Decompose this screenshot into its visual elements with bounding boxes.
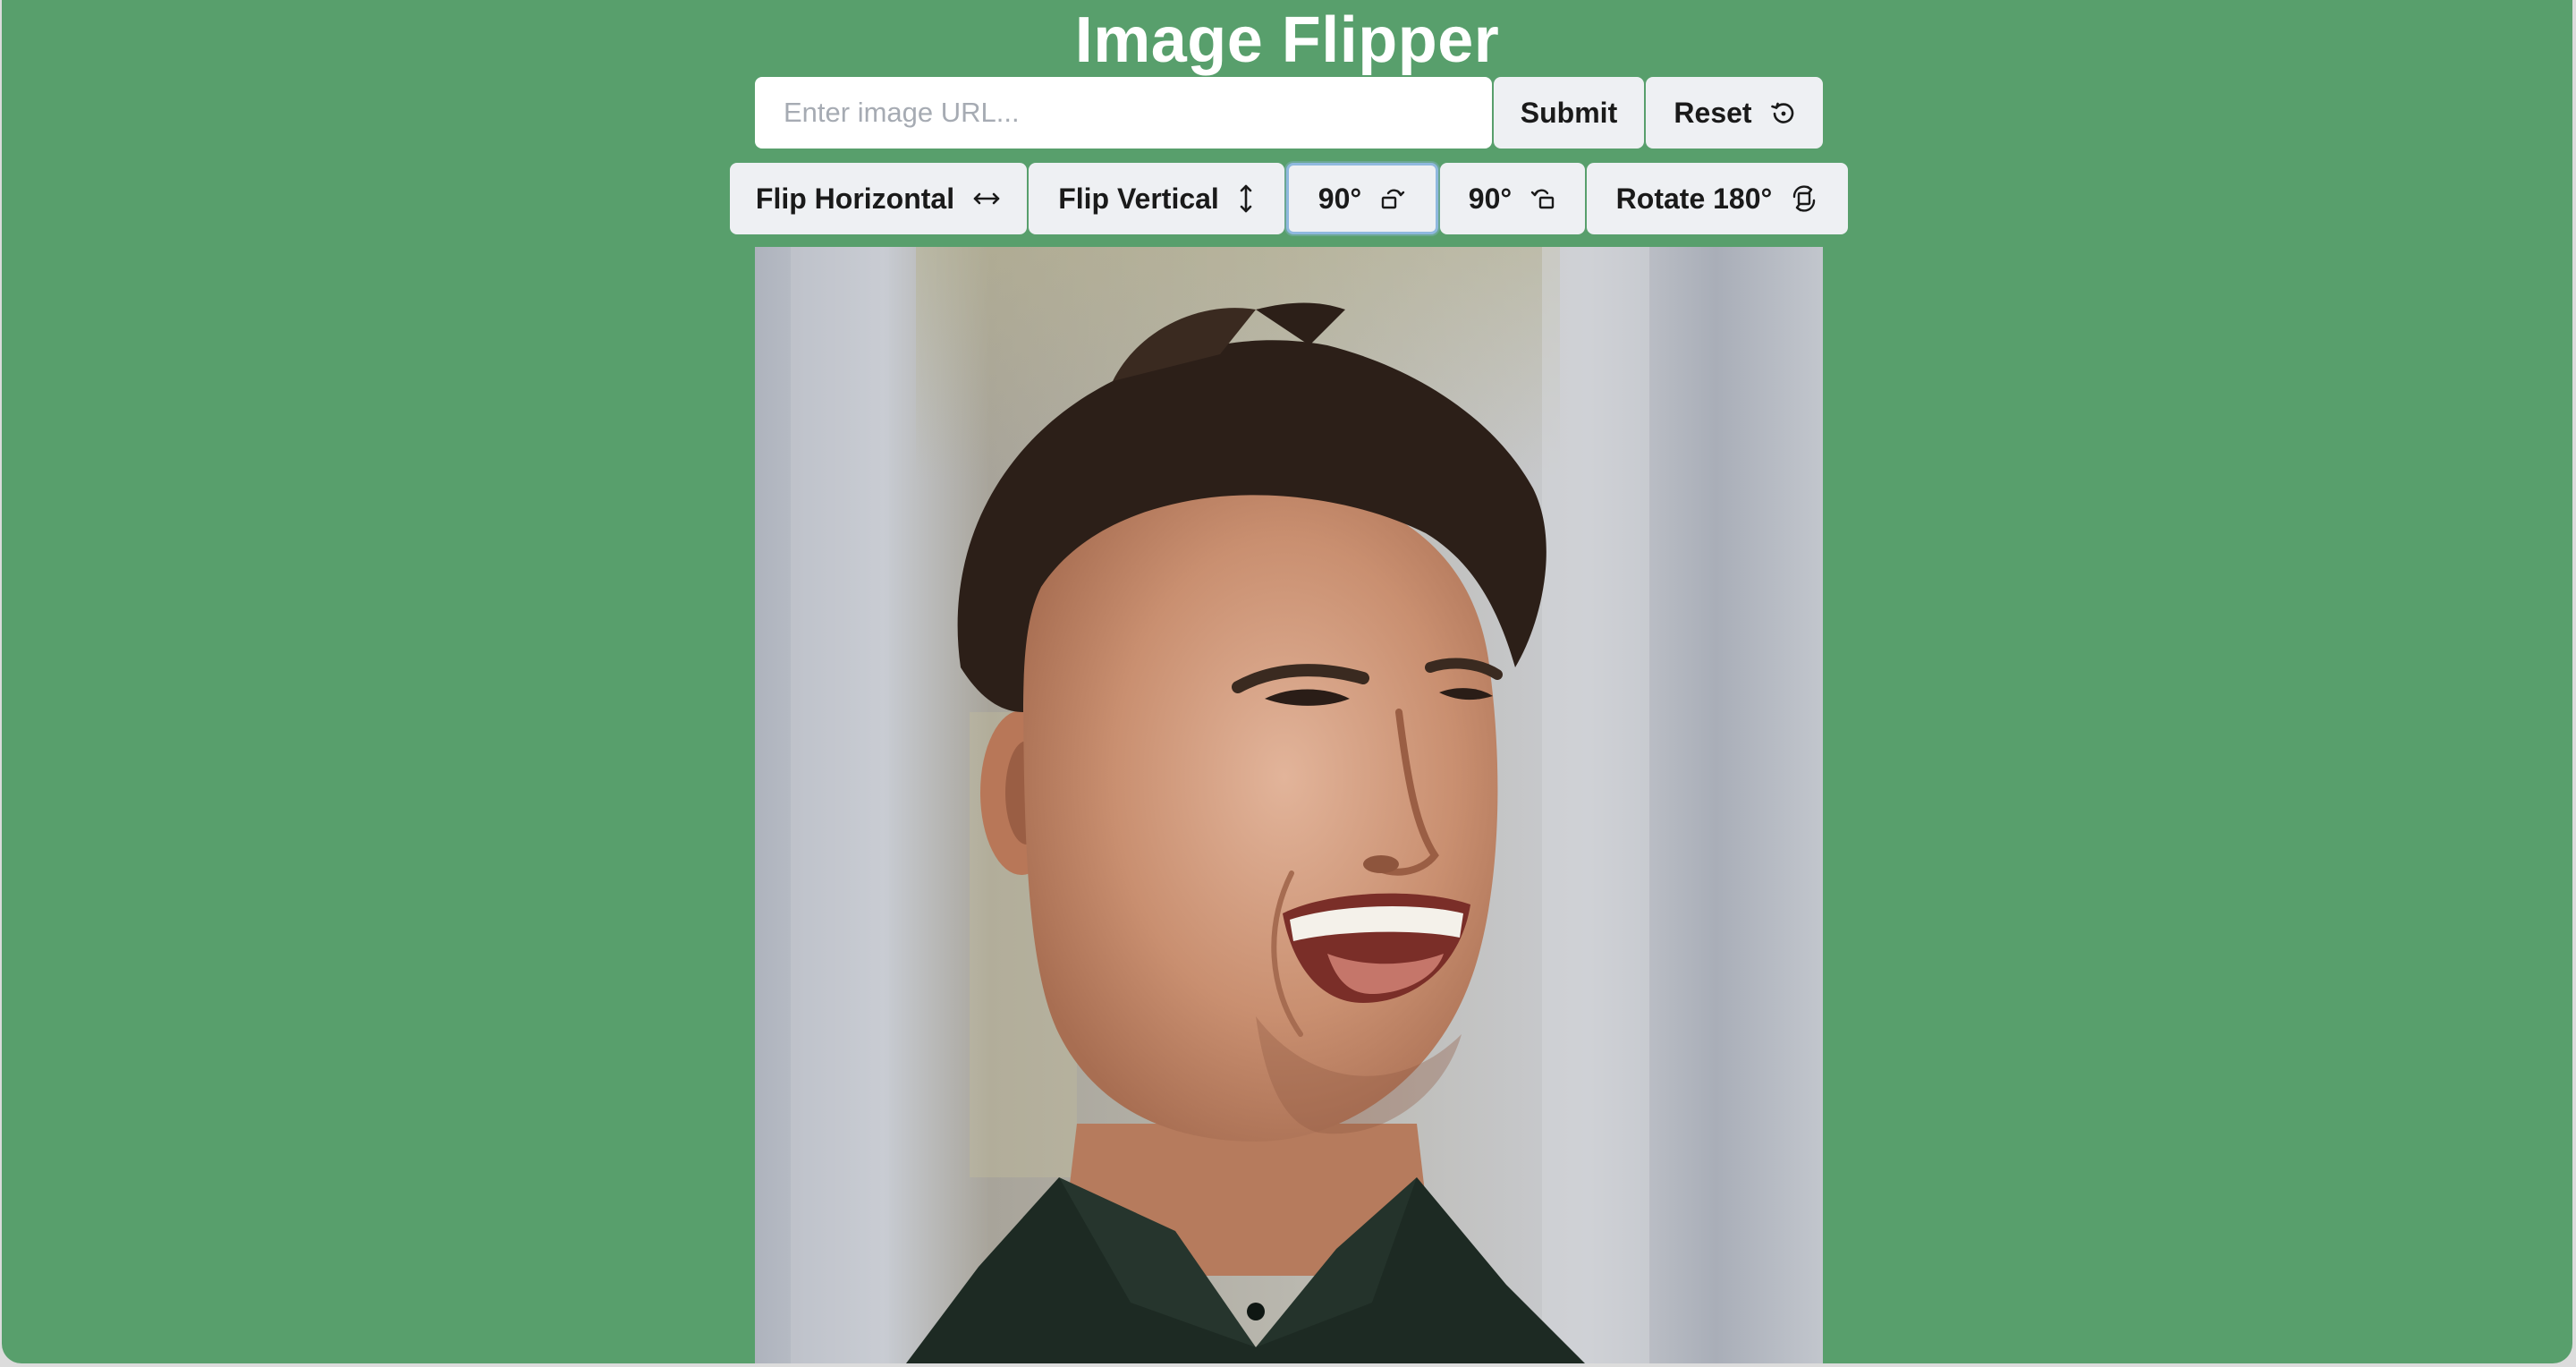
rotate-clockwise-icon (1530, 186, 1556, 211)
reset-rotate-icon (1770, 100, 1795, 125)
page-title: Image Flipper (1074, 4, 1500, 76)
rotate-ccw-label: 90° (1318, 182, 1362, 215)
submit-label: Submit (1520, 96, 1618, 129)
flip-horizontal-button[interactable]: Flip Horizontal (730, 163, 1027, 234)
image-url-input[interactable] (755, 77, 1492, 149)
reset-button[interactable]: Reset (1646, 77, 1823, 149)
rotate-180-icon (1790, 184, 1818, 213)
reset-label: Reset (1674, 96, 1752, 129)
submit-button[interactable]: Submit (1494, 77, 1644, 149)
horizontal-arrows-icon (972, 188, 1001, 209)
app-window: Image Flipper Submit Reset Flip Horizont… (2, 0, 2572, 1363)
rotate-ccw-button[interactable]: 90° (1286, 163, 1438, 234)
flipped-image (755, 247, 1823, 1363)
rotate-180-button[interactable]: Rotate 180° (1587, 163, 1848, 234)
flip-vertical-button[interactable]: Flip Vertical (1029, 163, 1284, 234)
flip-vertical-label: Flip Vertical (1058, 182, 1219, 215)
rotate-cw-button[interactable]: 90° (1440, 163, 1585, 234)
rotate-180-label: Rotate 180° (1615, 182, 1773, 215)
flip-horizontal-label: Flip Horizontal (755, 182, 955, 215)
rotate-counterclockwise-icon (1379, 186, 1406, 211)
rotate-cw-label: 90° (1468, 182, 1513, 215)
vertical-arrows-icon (1237, 183, 1255, 214)
